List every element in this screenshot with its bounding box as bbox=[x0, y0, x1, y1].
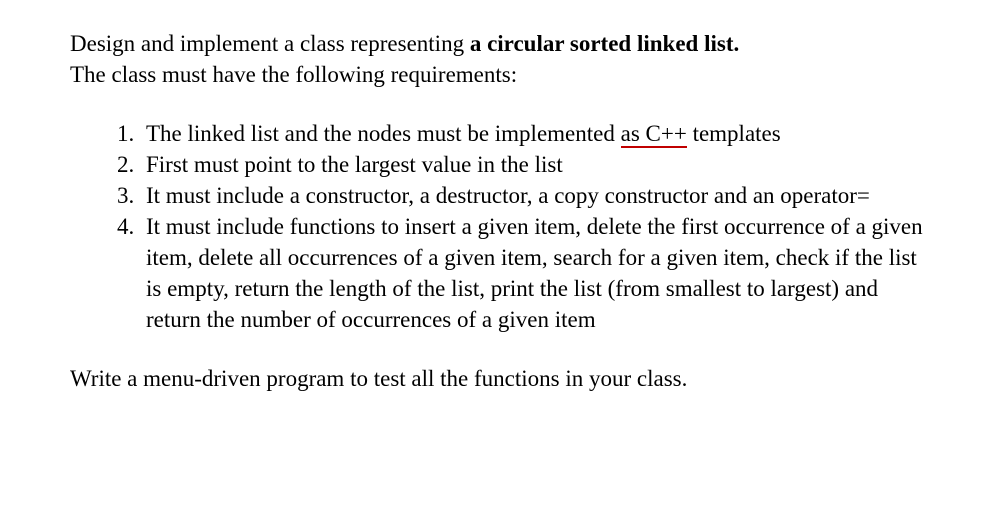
item1-underlined: as C++ bbox=[621, 121, 687, 148]
intro-pre: Design and implement a class representin… bbox=[70, 31, 470, 56]
list-item: First must point to the largest value in… bbox=[140, 149, 926, 180]
item1-post: templates bbox=[687, 121, 781, 146]
item3-text: It must include a constructor, a destruc… bbox=[146, 183, 870, 208]
list-item: The linked list and the nodes must be im… bbox=[140, 118, 926, 149]
list-item: It must include functions to insert a gi… bbox=[140, 211, 926, 335]
intro-paragraph: Design and implement a class representin… bbox=[70, 28, 926, 90]
document-page: Design and implement a class representin… bbox=[0, 0, 996, 414]
list-item: It must include a constructor, a destruc… bbox=[140, 180, 926, 211]
requirements-list: The linked list and the nodes must be im… bbox=[70, 118, 926, 335]
item4-text: It must include functions to insert a gi… bbox=[146, 214, 923, 332]
item1-pre: The linked list and the nodes must be im… bbox=[146, 121, 621, 146]
intro-line2: The class must have the following requir… bbox=[70, 62, 517, 87]
outro-text: Write a menu-driven program to test all … bbox=[70, 366, 687, 391]
intro-bold: a circular sorted linked list. bbox=[470, 31, 739, 56]
outro-paragraph: Write a menu-driven program to test all … bbox=[70, 363, 926, 394]
item2-text: First must point to the largest value in… bbox=[146, 152, 563, 177]
